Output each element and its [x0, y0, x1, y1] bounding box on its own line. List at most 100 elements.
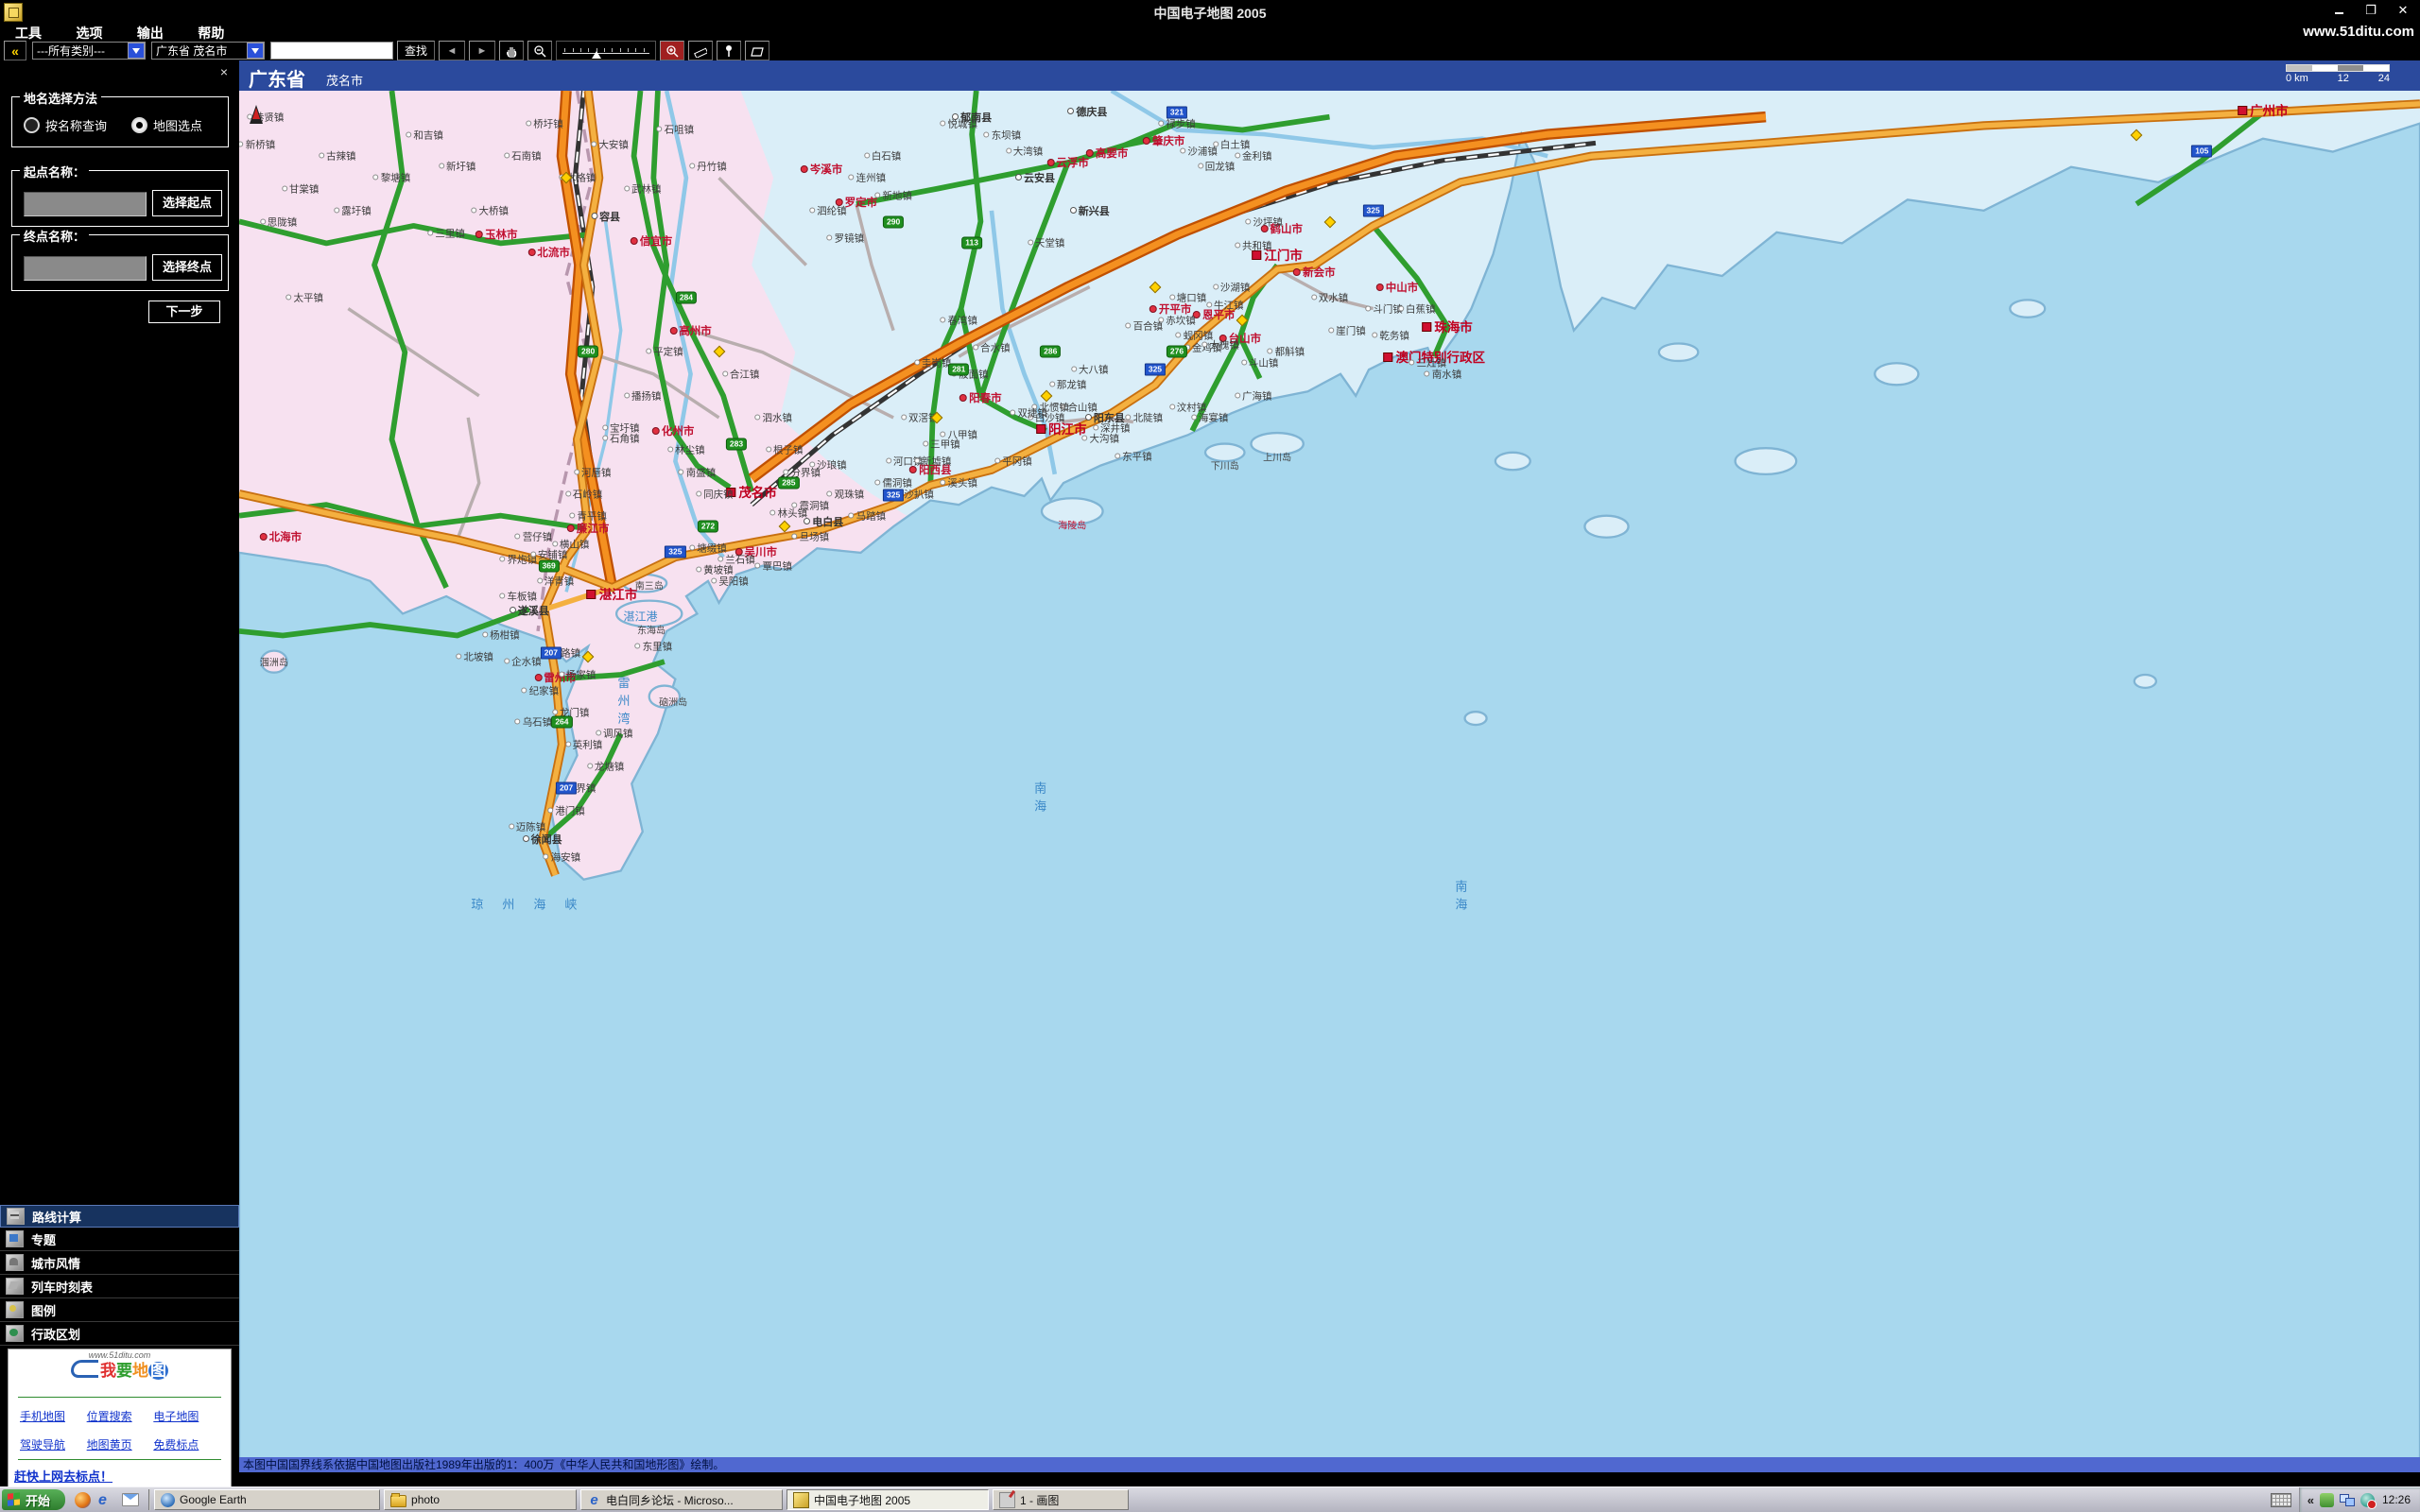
- media-player-icon[interactable]: [75, 1492, 91, 1508]
- road-number-badge: 276: [1167, 346, 1187, 358]
- map-label: 双捷镇: [1010, 405, 1047, 420]
- map-label: 白石镇: [864, 148, 902, 163]
- map-label: 南盛镇: [679, 465, 717, 479]
- collapse-panel-button[interactable]: «: [4, 41, 26, 60]
- mail-icon[interactable]: [122, 1493, 139, 1506]
- back-button[interactable]: ◄: [439, 41, 465, 60]
- choose-end-button[interactable]: 选择终点: [152, 254, 222, 281]
- start-button[interactable]: 开始: [2, 1489, 65, 1510]
- minimize-button[interactable]: [2329, 3, 2348, 19]
- map-label: 儒洞镇: [874, 476, 912, 490]
- sidebar-item-legend[interactable]: 图例: [0, 1298, 239, 1322]
- map-label: 北坡镇: [456, 650, 493, 664]
- map-label: 桥圩镇: [526, 117, 563, 131]
- internet-explorer-icon[interactable]: e: [98, 1492, 114, 1508]
- zoom-out-icon[interactable]: [527, 41, 552, 60]
- map-canvas[interactable]: 广州市茂名市湛江市阳江市江门市珠海市澳门特别行政区肇庆市高要市云浮市罗定市岑溪市…: [239, 91, 2420, 1472]
- region-dropdown[interactable]: 广东省 茂名市: [151, 42, 265, 60]
- link-go-mark-online[interactable]: 赶快上网去标点！: [14, 1467, 112, 1485]
- connection-error-icon[interactable]: [2360, 1493, 2375, 1507]
- radio-query-by-name[interactable]: 按名称查询: [24, 116, 107, 134]
- area-select-icon[interactable]: [745, 41, 769, 60]
- link-mobile-map[interactable]: 手机地图: [20, 1408, 87, 1424]
- start-name-field[interactable]: [24, 192, 147, 216]
- taskbar-item-google-earth[interactable]: Google Earth: [154, 1489, 380, 1510]
- pushpin-icon[interactable]: [717, 41, 741, 60]
- map-label: 天堂镇: [1028, 235, 1065, 249]
- sidebar-item-admin-regions[interactable]: 行政区划: [0, 1322, 239, 1346]
- sidebar-item-city-life[interactable]: 城市风情: [0, 1251, 239, 1275]
- link-free-marking[interactable]: 免费标点: [153, 1436, 220, 1452]
- keyboard-icon[interactable]: [2271, 1493, 2291, 1507]
- next-step-button[interactable]: 下一步: [148, 301, 220, 323]
- map-label: 武林镇: [624, 181, 662, 196]
- internet-explorer-icon: e: [587, 1493, 601, 1507]
- tray-expand-icon[interactable]: «: [2308, 1493, 2314, 1507]
- zoom-in-icon[interactable]: [660, 41, 684, 60]
- map-label: 石角镇: [602, 432, 640, 446]
- taskbar-item-forum[interactable]: e 电白同乡论坛 - Microso...: [580, 1489, 783, 1510]
- map-label: 中山市: [1376, 280, 1419, 295]
- sidebar-item-route-calc[interactable]: 路线计算: [0, 1205, 239, 1228]
- map-label: 观珠镇: [827, 487, 865, 501]
- map-label: 黎塘镇: [373, 171, 411, 185]
- map-label: 回龙镇: [1198, 160, 1236, 174]
- map-label: 崖门镇: [1328, 324, 1366, 338]
- link-location-search[interactable]: 位置搜索: [87, 1408, 154, 1424]
- close-button[interactable]: [2394, 3, 2412, 19]
- link-map-yellowpages[interactable]: 地图黄页: [87, 1436, 154, 1452]
- road-number-badge: 281: [948, 364, 969, 376]
- map-label: 杨家镇: [559, 668, 596, 682]
- choose-start-button[interactable]: 选择起点: [152, 190, 222, 216]
- radio-icon[interactable]: [24, 117, 40, 133]
- map-header: 广东省 茂名市 0 km1224: [239, 60, 2420, 91]
- pan-hand-icon[interactable]: [499, 41, 524, 60]
- sidebar-item-topics[interactable]: 专题: [0, 1228, 239, 1251]
- road-number-badge: 290: [883, 215, 904, 228]
- map-label: 电白县: [804, 514, 843, 529]
- radio-icon[interactable]: [131, 117, 147, 133]
- map-label: 东海岛: [637, 623, 666, 637]
- restore-button[interactable]: [2361, 3, 2380, 19]
- taskbar-item-map-app[interactable]: 中国电子地图 2005: [786, 1489, 989, 1510]
- network-icon[interactable]: [2340, 1494, 2355, 1506]
- map-area: 广东省 茂名市 0 km1224: [239, 60, 2420, 1487]
- search-input[interactable]: [270, 42, 393, 60]
- chevron-down-icon[interactable]: [247, 43, 264, 59]
- map-label: 悦城镇: [941, 117, 978, 131]
- panel-close-icon[interactable]: ×: [220, 64, 228, 79]
- map-label: 广州市: [2238, 100, 2289, 119]
- map-label: 南海: [1451, 880, 1469, 916]
- divider: [18, 1397, 221, 1398]
- sidebar-item-train-schedule[interactable]: 列车时刻表: [0, 1275, 239, 1298]
- road-number-badge: 280: [578, 346, 598, 358]
- forward-button[interactable]: ►: [469, 41, 495, 60]
- chevron-down-icon[interactable]: [128, 43, 145, 59]
- map-label: 大桥镇: [472, 204, 510, 218]
- zoom-slider-thumb[interactable]: [592, 46, 601, 59]
- end-name-field[interactable]: [24, 256, 147, 281]
- taskbar-item-photo[interactable]: photo: [384, 1489, 577, 1510]
- car-icon: [71, 1360, 98, 1378]
- map-label: 湛江港: [623, 608, 657, 624]
- category-dropdown[interactable]: ---所有类别---: [32, 42, 146, 60]
- map-label: 石岭镇: [565, 487, 603, 501]
- map-label: 乾务镇: [1372, 328, 1409, 342]
- map-label: 甘棠镇: [282, 181, 320, 196]
- radio-pick-on-map[interactable]: 地图选点: [131, 116, 202, 134]
- map-label: 金利镇: [1235, 148, 1272, 163]
- zoom-slider[interactable]: [556, 41, 656, 60]
- tray-app-icon[interactable]: [2320, 1493, 2334, 1507]
- paint-icon: [999, 1492, 1015, 1508]
- map-label: 溪头镇: [941, 476, 978, 490]
- measure-ruler-icon[interactable]: [688, 41, 713, 60]
- map-label: 牛江镇: [1206, 298, 1244, 312]
- map-label: 南三岛: [635, 578, 664, 593]
- link-driving-nav[interactable]: 驾驶导航: [20, 1436, 87, 1452]
- taskbar-item-paint[interactable]: 1 - 画图: [993, 1489, 1129, 1510]
- map-label: 港门镇: [547, 803, 585, 817]
- map-label: 徐闻县: [523, 832, 562, 847]
- map-label: 同庆镇: [696, 487, 734, 501]
- find-button[interactable]: 查找: [397, 41, 435, 60]
- link-e-map[interactable]: 电子地图: [153, 1408, 220, 1424]
